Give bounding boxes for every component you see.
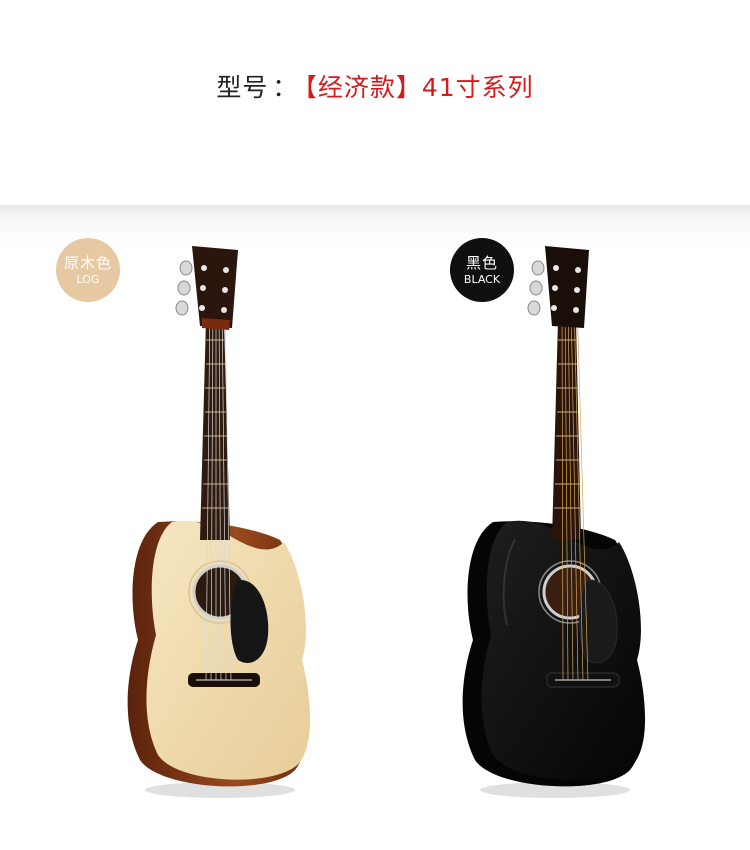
color-name-zh: 原木色 [63, 253, 112, 272]
model-title: 型号：【经济款】41寸系列 [0, 68, 750, 104]
model-value: 【经济款】41寸系列 [304, 73, 534, 102]
guitar-image-log [127, 246, 311, 798]
model-label: 型号 [216, 73, 269, 102]
color-name-en: LOG [76, 272, 100, 286]
model-separator: ： [272, 73, 299, 102]
guitar-image-black [462, 246, 646, 798]
color-badge-log[interactable]: 原木色 LOG [56, 238, 120, 302]
